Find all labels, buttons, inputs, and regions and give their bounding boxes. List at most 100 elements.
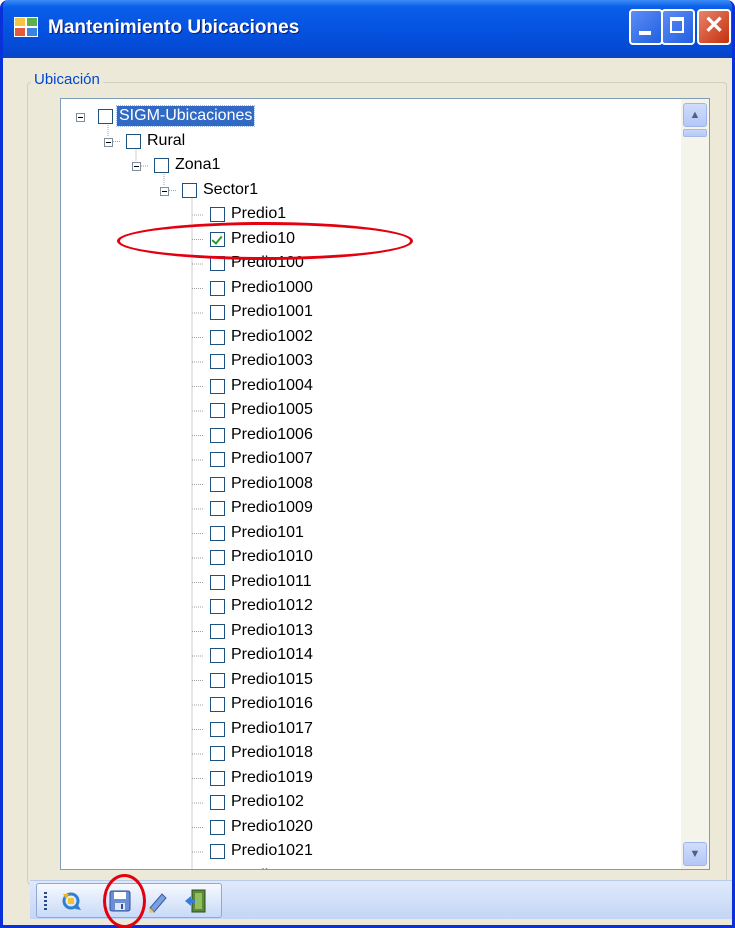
tree-node[interactable]: Predio1021 [61, 841, 701, 863]
title-bar[interactable]: Mantenimiento Ubicaciones ✕ [3, 0, 732, 58]
checkbox[interactable] [98, 109, 113, 124]
checkbox[interactable] [210, 378, 225, 394]
tree-node[interactable]: Predio1018 [61, 743, 701, 765]
checkbox[interactable] [210, 329, 225, 345]
checkbox[interactable] [210, 403, 225, 418]
collapse-toggle-icon[interactable] [132, 162, 141, 171]
tree-node[interactable]: Predio1014 [61, 645, 701, 667]
close-button[interactable]: ✕ [697, 9, 731, 45]
tree-node[interactable]: Predio1010 [61, 547, 701, 569]
tree-node-label[interactable]: Predio1014 [229, 645, 315, 665]
tree-node[interactable]: Rural [61, 131, 701, 153]
tree-node[interactable]: Predio1000 [61, 278, 701, 300]
tree-node-label[interactable]: Predio1000 [229, 278, 315, 298]
tree-node[interactable]: Predio1013 [61, 621, 701, 643]
checkbox[interactable] [210, 501, 225, 516]
collapse-toggle-icon[interactable] [76, 113, 85, 122]
edit-button[interactable] [145, 888, 171, 914]
checkbox[interactable] [210, 795, 225, 810]
checkbox[interactable] [210, 427, 225, 443]
checkbox[interactable] [210, 207, 225, 222]
tree-node[interactable]: Predio1015 [61, 670, 701, 692]
checkbox[interactable] [210, 599, 225, 614]
tree-node[interactable]: Predio1022 [61, 866, 701, 870]
tree-node-label[interactable]: Predio1003 [229, 351, 315, 371]
vertical-scrollbar[interactable]: ▲ ▼ [681, 99, 709, 869]
scroll-down-button[interactable]: ▼ [683, 842, 707, 866]
checkbox[interactable] [210, 623, 225, 639]
collapse-toggle-icon[interactable] [104, 137, 113, 147]
tree-node[interactable]: Predio1005 [61, 400, 701, 422]
tree-node-label[interactable]: Predio1021 [229, 841, 315, 861]
minimize-button[interactable] [629, 9, 663, 45]
tree-node-label[interactable]: Predio1007 [229, 449, 315, 469]
tree-node-label[interactable]: Predio1012 [229, 596, 315, 616]
tree-node-label[interactable]: Predio1005 [229, 400, 315, 420]
scroll-thumb[interactable] [683, 129, 707, 137]
tree-node[interactable]: Predio1002 [61, 327, 701, 349]
scroll-up-button[interactable]: ▲ [683, 103, 707, 127]
tree-node[interactable]: Zona1 [61, 155, 701, 177]
tree-node[interactable]: Predio1019 [61, 768, 701, 790]
checkbox[interactable] [210, 868, 225, 869]
tree-node-label[interactable]: Predio1006 [229, 425, 315, 445]
checkbox[interactable] [210, 648, 225, 663]
tree-node[interactable]: Predio100 [61, 253, 701, 275]
checkbox[interactable] [210, 452, 225, 467]
checkbox[interactable] [210, 354, 225, 369]
tree-node-label[interactable]: Predio1020 [229, 817, 315, 837]
checkbox[interactable] [154, 158, 169, 173]
tree-node[interactable]: Predio1001 [61, 302, 701, 324]
maximize-button[interactable] [661, 9, 695, 45]
checkbox[interactable] [210, 574, 225, 590]
checkbox[interactable] [210, 721, 225, 737]
tree-node[interactable]: Predio1009 [61, 498, 701, 520]
tree-node[interactable]: Predio101 [61, 523, 701, 545]
tree-node-label[interactable]: Predio1022 [229, 866, 315, 870]
tree-node-label[interactable]: Rural [145, 131, 187, 151]
tree-node-label[interactable]: Predio1 [229, 204, 288, 224]
tree-node-label[interactable]: Predio1017 [229, 719, 315, 739]
checkbox[interactable] [182, 182, 197, 198]
tree-node-label[interactable]: Predio1018 [229, 743, 315, 763]
checkbox[interactable] [210, 672, 225, 688]
tree-node[interactable]: Predio102 [61, 792, 701, 814]
tree-node-label[interactable]: Predio1009 [229, 498, 315, 518]
checkbox[interactable] [210, 844, 225, 859]
tree-node[interactable]: Predio1017 [61, 719, 701, 741]
tree-node-label[interactable]: Predio1010 [229, 547, 315, 567]
tree-node[interactable]: Predio1011 [61, 572, 701, 594]
checkbox[interactable] [210, 305, 225, 320]
tree-node[interactable]: Predio1007 [61, 449, 701, 471]
tree-node[interactable]: Predio1003 [61, 351, 701, 373]
checkbox[interactable] [210, 746, 225, 761]
exit-button[interactable] [183, 888, 209, 914]
checkbox[interactable] [210, 550, 225, 565]
checkbox[interactable] [210, 525, 225, 541]
tree-node[interactable]: Predio1 [61, 204, 701, 226]
tree-node-label[interactable]: Predio1011 [229, 572, 314, 592]
tree-node[interactable]: Predio1020 [61, 817, 701, 839]
checkbox[interactable] [210, 819, 225, 835]
tree-node-label[interactable]: Predio101 [229, 523, 306, 543]
tree-node-label[interactable]: Predio1001 [229, 302, 315, 322]
checkbox[interactable] [210, 280, 225, 296]
tree-node[interactable]: Predio1016 [61, 694, 701, 716]
checkbox[interactable] [210, 476, 225, 492]
tree-node[interactable]: Predio1004 [61, 376, 701, 398]
tree-node-label[interactable]: Predio102 [229, 792, 306, 812]
tree-node-label[interactable]: SIGM-Ubicaciones [115, 105, 256, 127]
tree-node-label[interactable]: Predio1015 [229, 670, 315, 690]
tree-node-label[interactable]: Predio1013 [229, 621, 315, 641]
tree-node[interactable]: Predio1012 [61, 596, 701, 618]
tree-node[interactable]: Sector1 [61, 180, 701, 202]
tree-node-label[interactable]: Zona1 [173, 155, 222, 175]
checkbox[interactable] [210, 697, 225, 712]
tree-node[interactable]: Predio1006 [61, 425, 701, 447]
refresh-button[interactable] [59, 888, 85, 914]
tree-node-label[interactable]: Predio1019 [229, 768, 315, 788]
tree-node-label[interactable]: Predio1004 [229, 376, 315, 396]
tree-node-label[interactable]: Predio1002 [229, 327, 315, 347]
tree-node-label[interactable]: Sector1 [201, 180, 260, 200]
location-tree-view[interactable]: SIGM-Ubicaciones Rural Zona1 Sector1 Predio1… [60, 98, 710, 870]
